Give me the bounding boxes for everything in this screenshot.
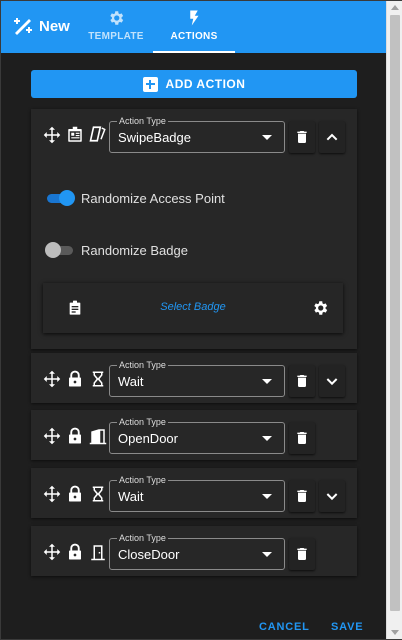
move-icon[interactable] xyxy=(43,543,61,561)
action-type-select[interactable]: Action Type SwipeBadge xyxy=(109,115,285,153)
hourglass-icon[interactable] xyxy=(89,485,107,503)
header-bar: New TEMPLATE ACTIONS xyxy=(1,1,386,53)
action-type-value: OpenDoor xyxy=(118,431,178,446)
new-brand[interactable]: New xyxy=(13,17,70,35)
scroll-down-icon[interactable] xyxy=(391,630,399,635)
action-card-wait: Action Type Wait xyxy=(31,353,357,403)
delete-action-button[interactable] xyxy=(289,422,315,454)
action-type-value: Wait xyxy=(118,374,144,389)
caret-down-icon xyxy=(262,135,272,140)
expand-action-button[interactable] xyxy=(319,365,345,397)
hourglass-icon[interactable] xyxy=(89,370,107,388)
caret-down-icon xyxy=(262,552,272,557)
toggle-switch-off[interactable] xyxy=(45,242,75,258)
add-action-button[interactable]: ADD ACTION xyxy=(31,70,357,98)
delete-action-button[interactable] xyxy=(289,365,315,397)
wand-icon xyxy=(14,18,32,35)
action-card-wait: Action Type Wait xyxy=(31,468,357,518)
door-open-icon[interactable] xyxy=(89,427,107,445)
move-icon[interactable] xyxy=(43,427,61,445)
action-type-legend: Action Type xyxy=(117,359,168,371)
randomize-badge-label: Randomize Badge xyxy=(81,242,188,258)
action-type-select[interactable]: Action Type Wait xyxy=(109,474,285,512)
trash-icon xyxy=(297,432,307,444)
action-type-legend: Action Type xyxy=(117,532,168,544)
brand-label: New xyxy=(39,17,70,35)
actions-panel: ADD ACTION Action Type SwipeBadge Random… xyxy=(3,53,386,639)
action-row: Action Type SwipeBadge xyxy=(31,109,357,159)
tab-actions-label: ACTIONS xyxy=(170,31,218,42)
randomize-access-point-toggle[interactable]: Randomize Access Point xyxy=(45,190,225,206)
chevron-up-icon xyxy=(326,133,338,141)
move-icon[interactable] xyxy=(43,485,61,503)
toggle-switch-on[interactable] xyxy=(45,190,75,206)
action-type-legend: Action Type xyxy=(117,416,168,428)
action-type-value: SwipeBadge xyxy=(118,130,191,145)
move-icon[interactable] xyxy=(43,370,61,388)
caret-down-icon xyxy=(262,436,272,441)
action-row: Action Type CloseDoor xyxy=(31,526,357,576)
scrollbar-thumb[interactable] xyxy=(390,15,400,611)
action-card-swipebadge: Action Type SwipeBadge Randomize Access … xyxy=(31,109,357,349)
badge-selector-panel: Select Badge xyxy=(43,283,343,333)
lock-icon[interactable] xyxy=(66,370,84,388)
flash-icon xyxy=(190,10,199,26)
delete-action-button[interactable] xyxy=(289,538,315,570)
action-type-select[interactable]: Action Type OpenDoor xyxy=(109,416,285,454)
chevron-down-icon xyxy=(326,378,338,386)
randomize-access-point-label: Randomize Access Point xyxy=(81,190,225,206)
tab-actions[interactable]: ACTIONS xyxy=(153,7,235,53)
save-button[interactable]: SAVE xyxy=(331,621,363,633)
delete-action-button[interactable] xyxy=(289,121,315,153)
action-type-legend: Action Type xyxy=(117,115,168,127)
collapse-action-button[interactable] xyxy=(319,121,345,153)
trash-icon xyxy=(297,375,307,387)
action-row: Action Type Wait xyxy=(31,468,357,518)
lock-icon[interactable] xyxy=(66,543,84,561)
action-type-select[interactable]: Action Type Wait xyxy=(109,359,285,397)
action-type-select[interactable]: Action Type CloseDoor xyxy=(109,532,285,570)
caret-down-icon xyxy=(262,379,272,384)
action-type-legend: Action Type xyxy=(117,474,168,486)
add-action-label: ADD ACTION xyxy=(165,77,246,91)
gear-icon[interactable] xyxy=(311,299,329,317)
lock-icon[interactable] xyxy=(66,485,84,503)
caret-down-icon xyxy=(262,494,272,499)
gear-icon xyxy=(110,11,124,25)
dialog-frame: New TEMPLATE ACTIONS ADD ACTION Action T… xyxy=(0,0,402,640)
cancel-button[interactable]: CANCEL xyxy=(259,621,310,633)
randomize-badge-toggle[interactable]: Randomize Badge xyxy=(45,242,188,258)
lock-icon[interactable] xyxy=(66,427,84,445)
select-badge-link[interactable]: Select Badge xyxy=(43,301,343,313)
chevron-down-icon xyxy=(326,493,338,501)
switch-knob xyxy=(45,242,61,258)
badge-swipe-icon[interactable] xyxy=(89,125,107,143)
move-icon[interactable] xyxy=(43,126,61,144)
tab-template[interactable]: TEMPLATE xyxy=(79,7,153,53)
plus-icon xyxy=(142,76,158,92)
delete-action-button[interactable] xyxy=(289,480,315,512)
switch-knob xyxy=(59,190,75,206)
door-closed-icon[interactable] xyxy=(89,543,107,561)
action-row: Action Type Wait xyxy=(31,353,357,403)
tab-template-label: TEMPLATE xyxy=(88,31,144,42)
scroll-up-icon[interactable] xyxy=(391,5,399,10)
trash-icon xyxy=(297,490,307,502)
action-type-value: Wait xyxy=(118,489,144,504)
expand-action-button[interactable] xyxy=(319,480,345,512)
vertical-scrollbar[interactable] xyxy=(386,1,402,639)
action-card-closedoor: Action Type CloseDoor xyxy=(31,526,357,576)
action-row: Action Type OpenDoor xyxy=(31,410,357,460)
id-card-icon[interactable] xyxy=(66,126,84,144)
action-type-value: CloseDoor xyxy=(118,547,180,562)
trash-icon xyxy=(297,548,307,560)
trash-icon xyxy=(297,131,307,143)
action-card-opendoor: Action Type OpenDoor xyxy=(31,410,357,460)
